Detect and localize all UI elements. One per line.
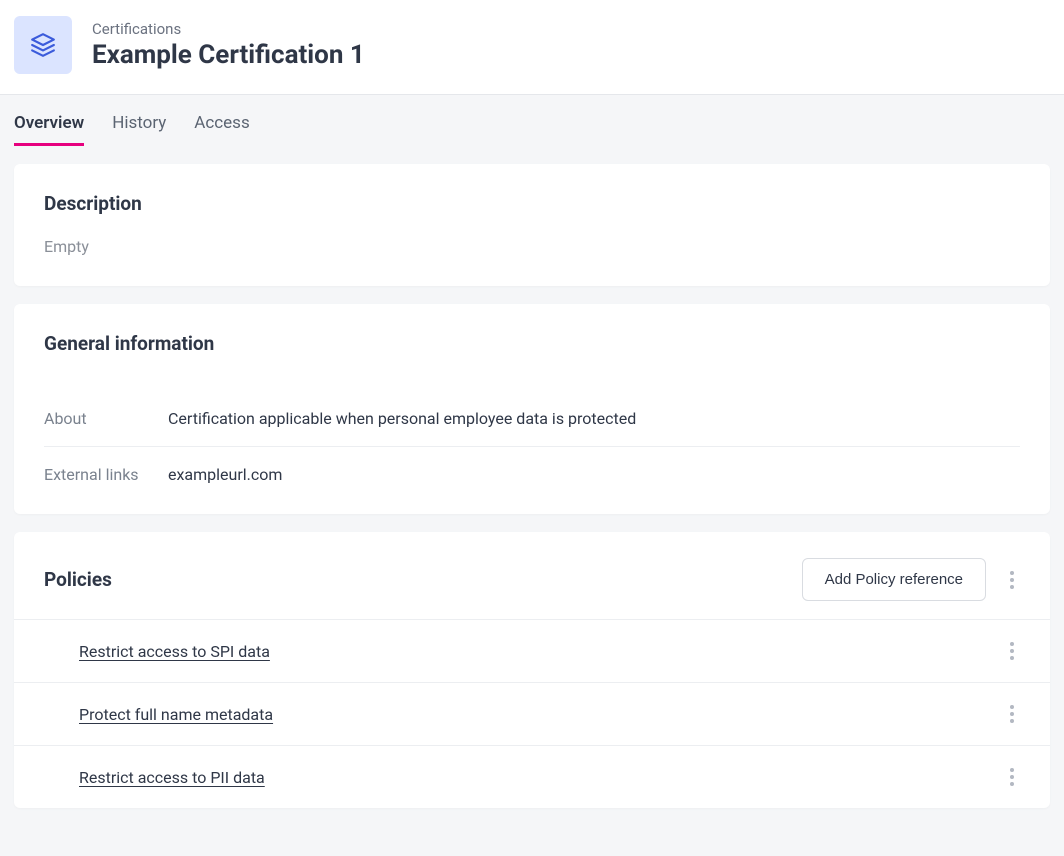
info-value-about: Certification applicable when personal e… bbox=[168, 409, 636, 428]
tab-overview[interactable]: Overview bbox=[14, 113, 84, 146]
policies-heading: Policies bbox=[44, 568, 112, 591]
add-policy-button[interactable]: Add Policy reference bbox=[802, 558, 986, 601]
policy-menu-icon[interactable] bbox=[1004, 762, 1020, 792]
policies-menu-icon[interactable] bbox=[1004, 565, 1020, 595]
certification-icon bbox=[14, 16, 72, 74]
tab-row: Overview History Access bbox=[0, 94, 1064, 146]
info-row: External links exampleurl.com bbox=[44, 447, 1020, 484]
info-label-external-links: External links bbox=[44, 465, 168, 484]
policy-row: Restrict access to PII data bbox=[14, 745, 1050, 808]
page-title: Example Certification 1 bbox=[92, 40, 365, 70]
info-row: About Certification applicable when pers… bbox=[44, 391, 1020, 447]
info-label-about: About bbox=[44, 409, 168, 428]
general-info-card: General information About Certification … bbox=[14, 304, 1050, 514]
breadcrumb[interactable]: Certifications bbox=[92, 20, 365, 38]
policy-row: Restrict access to SPI data bbox=[14, 619, 1050, 682]
description-body: Empty bbox=[44, 237, 1020, 256]
policy-row: Protect full name metadata bbox=[14, 682, 1050, 745]
policy-link[interactable]: Protect full name metadata bbox=[79, 705, 273, 724]
description-card: Description Empty bbox=[14, 164, 1050, 286]
policy-menu-icon[interactable] bbox=[1004, 636, 1020, 666]
description-heading: Description bbox=[44, 192, 1020, 215]
policies-card: Policies Add Policy reference Restrict a… bbox=[14, 532, 1050, 808]
policy-link[interactable]: Restrict access to PII data bbox=[79, 768, 265, 787]
tab-history[interactable]: History bbox=[112, 113, 166, 146]
general-info-heading: General information bbox=[44, 332, 1020, 355]
policy-link[interactable]: Restrict access to SPI data bbox=[79, 642, 270, 661]
policy-menu-icon[interactable] bbox=[1004, 699, 1020, 729]
info-value-external-links[interactable]: exampleurl.com bbox=[168, 465, 282, 484]
tab-access[interactable]: Access bbox=[194, 113, 249, 146]
page-header: Certifications Example Certification 1 bbox=[0, 0, 1064, 94]
